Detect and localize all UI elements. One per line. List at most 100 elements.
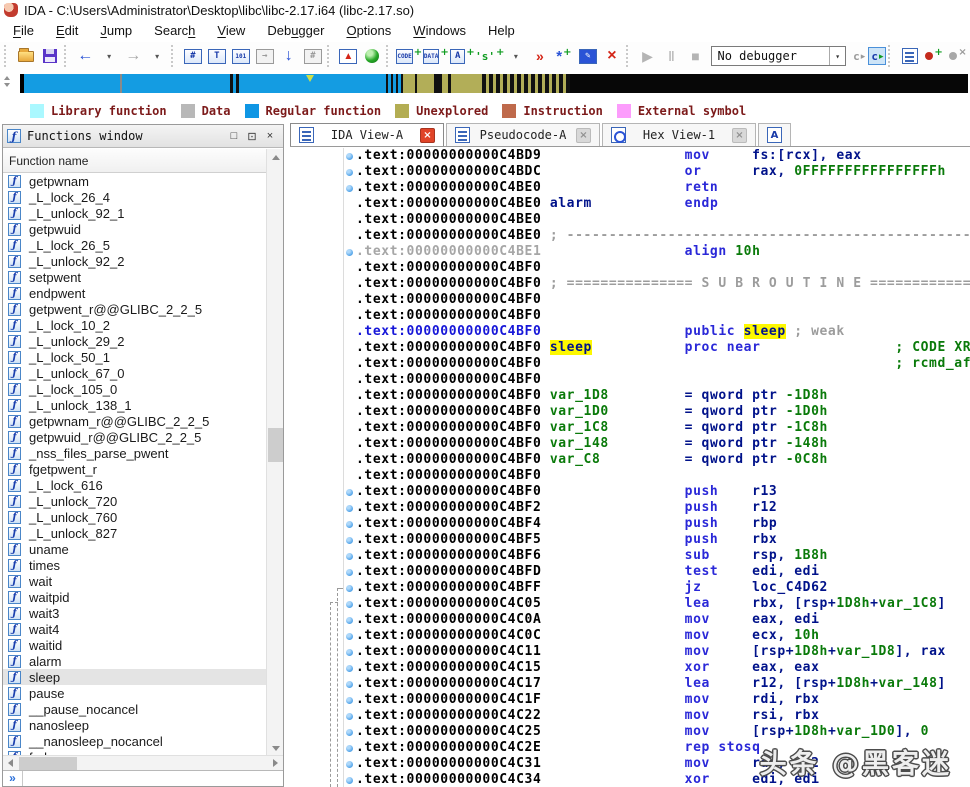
debugger-stop-button[interactable]: ■: [684, 45, 706, 67]
disasm-line[interactable]: .text:00000000000C4BF0 var_1D0 = qword p…: [344, 404, 970, 420]
scroll-left-button[interactable]: [3, 756, 18, 770]
disasm-line[interactable]: .text:00000000000C4BF0 sleep proc near ;…: [344, 340, 970, 356]
function-row[interactable]: ƒ__pause_nocancel: [3, 701, 267, 717]
function-row[interactable]: ƒ_L_unlock_92_2: [3, 253, 267, 269]
function-row[interactable]: ƒendpwent: [3, 285, 267, 301]
disasm-line[interactable]: .text:00000000000C4C1F mov rdi, rbx: [344, 692, 970, 708]
disasm-line[interactable]: .text:00000000000C4C15 xor eax, eax: [344, 660, 970, 676]
disasm-line[interactable]: .text:00000000000C4C17 lea r12, [rsp+1D8…: [344, 676, 970, 692]
function-row[interactable]: ƒalarm: [3, 653, 267, 669]
navband-scroll-buttons[interactable]: [4, 76, 16, 92]
toolbar-grip[interactable]: [4, 45, 10, 67]
debugger-select[interactable]: No debugger ▾: [711, 46, 846, 66]
make-code-button[interactable]: CODE+: [397, 45, 422, 67]
disasm-line[interactable]: .text:00000000000C4BFF jz loc_C4D62: [344, 580, 970, 596]
disasm-line[interactable]: .text:00000000000C4BF0 ; rcmd_af+35: [344, 356, 970, 372]
toolbar-grip[interactable]: [171, 45, 177, 67]
disasm-line[interactable]: .text:00000000000C4BF0 push r13: [344, 484, 970, 500]
disasm-line[interactable]: .text:00000000000C4BE0 alarm endp: [344, 196, 970, 212]
toolbar-overflow-button[interactable]: »: [529, 45, 551, 67]
debugger-windows-button[interactable]: [899, 45, 921, 67]
disasm-line[interactable]: .text:00000000000C4BF0 var_1C8 = qword p…: [344, 420, 970, 436]
tab-close-button[interactable]: ×: [576, 128, 591, 143]
make-array-button[interactable]: A+: [450, 45, 475, 67]
functions-horizontal-scrollbar[interactable]: [3, 755, 283, 770]
analysis-indicator[interactable]: [361, 45, 383, 67]
tab-extra[interactable]: A: [758, 123, 791, 146]
function-row[interactable]: ƒpause: [3, 685, 267, 701]
disasm-line[interactable]: .text:00000000000C4C0A mov eax, edi: [344, 612, 970, 628]
disasm-line[interactable]: .text:00000000000C4BF0: [344, 468, 970, 484]
debugger-pause-button[interactable]: Ⅱ: [660, 45, 682, 67]
horizontal-scroll-thumb[interactable]: [19, 757, 77, 770]
menu-debugger[interactable]: Debugger: [256, 20, 335, 42]
attach-process-button[interactable]: c▸: [850, 47, 868, 65]
debugger-select-dropdown[interactable]: ▾: [829, 47, 845, 65]
make-string-button[interactable]: 's'+: [477, 45, 503, 67]
toolbar-grip[interactable]: [386, 45, 392, 67]
vertical-scroll-thumb[interactable]: [268, 428, 283, 462]
disasm-line[interactable]: .text:00000000000C4C05 lea rbx, [rsp+1D8…: [344, 596, 970, 612]
function-row[interactable]: ƒ_L_lock_26_5: [3, 237, 267, 253]
menu-help[interactable]: Help: [477, 20, 526, 42]
menu-view[interactable]: View: [206, 20, 256, 42]
function-row[interactable]: ƒ_L_unlock_760: [3, 509, 267, 525]
add-breakpoint-button[interactable]: +: [923, 45, 945, 67]
toolbar-grip[interactable]: [626, 45, 632, 67]
functions-window-titlebar[interactable]: ƒ Functions window □ ⊡ ×: [3, 125, 283, 148]
function-row[interactable]: ƒ_L_unlock_138_1: [3, 397, 267, 413]
disasm-line[interactable]: .text:00000000000C4C11 mov [rsp+1D8h+var…: [344, 644, 970, 660]
function-row[interactable]: ƒ_L_unlock_92_1: [3, 205, 267, 221]
open-file-button[interactable]: [15, 45, 37, 67]
disasm-line[interactable]: .text:00000000000C4BF4 push rbp: [344, 516, 970, 532]
edit-function-button[interactable]: ✎: [577, 45, 599, 67]
menu-windows[interactable]: Windows: [402, 20, 477, 42]
disasm-line[interactable]: .text:00000000000C4BF0 ; ===============…: [344, 276, 970, 292]
disasm-line[interactable]: .text:00000000000C4C22 mov rsi, rbx: [344, 708, 970, 724]
save-file-button[interactable]: [39, 45, 61, 67]
maximize-button[interactable]: □: [225, 130, 243, 142]
delete-breakpoint-button[interactable]: ×: [947, 45, 969, 67]
disasm-line[interactable]: .text:00000000000C4BE0 retn: [344, 180, 970, 196]
function-filter-input[interactable]: [23, 771, 283, 786]
disasm-line[interactable]: .text:00000000000C4BF0 var_C8 = qword pt…: [344, 452, 970, 468]
disasm-line[interactable]: .text:00000000000C4BF0: [344, 292, 970, 308]
search-immediate-button[interactable]: #: [182, 45, 204, 67]
function-row[interactable]: ƒgetpwuid: [3, 221, 267, 237]
restore-button[interactable]: ⊡: [243, 130, 261, 143]
disasm-line[interactable]: .text:00000000000C4BF6 sub rsp, 1B8h: [344, 548, 970, 564]
function-row[interactable]: ƒwait: [3, 573, 267, 589]
tab-hex-view-1[interactable]: Hex View-1×: [602, 123, 756, 146]
disasm-line[interactable]: .text:00000000000C4BF5 push rbx: [344, 532, 970, 548]
delete-function-button[interactable]: ×: [601, 45, 623, 67]
function-row[interactable]: ƒuname: [3, 541, 267, 557]
function-row[interactable]: ƒ_L_unlock_720: [3, 493, 267, 509]
function-row[interactable]: ƒgetpwnam_r@@GLIBC_2_2_5: [3, 413, 267, 429]
make-unknown-button[interactable]: *+: [553, 45, 575, 67]
disasm-line[interactable]: .text:00000000000C4BF0 public sleep ; we…: [344, 324, 970, 340]
menu-edit[interactable]: Edit: [45, 20, 89, 42]
search-next-button[interactable]: →: [254, 45, 276, 67]
tab-close-button[interactable]: ×: [732, 128, 747, 143]
column-header-function-name[interactable]: Function name: [3, 149, 267, 173]
disasm-line[interactable]: .text:00000000000C4BFD test edi, edi: [344, 564, 970, 580]
function-row[interactable]: ƒwaitpid: [3, 589, 267, 605]
function-row[interactable]: ƒsetpwent: [3, 269, 267, 285]
tab-ida-view-a[interactable]: IDA View-A×: [290, 123, 444, 146]
function-row[interactable]: ƒ_L_unlock_67_0: [3, 365, 267, 381]
function-row[interactable]: ƒsleep: [3, 669, 267, 685]
function-row[interactable]: ƒ_L_lock_26_4: [3, 189, 267, 205]
disasm-line[interactable]: .text:00000000000C4BDC or rax, 0FFFFFFFF…: [344, 164, 970, 180]
search-binary-button[interactable]: 101: [230, 45, 252, 67]
function-row[interactable]: ƒ_nss_files_parse_pwent: [3, 445, 267, 461]
search-text-button[interactable]: T: [206, 45, 228, 67]
close-button[interactable]: ×: [261, 130, 279, 142]
search-again-button[interactable]: #: [302, 45, 324, 67]
debugger-start-button[interactable]: ▶: [636, 45, 658, 67]
scroll-up-button[interactable]: [267, 149, 284, 165]
function-row[interactable]: ƒwait4: [3, 621, 267, 637]
make-data-button[interactable]: DATA+: [424, 45, 449, 67]
function-row[interactable]: ƒnanosleep: [3, 717, 267, 733]
scroll-right-button[interactable]: [268, 756, 283, 770]
function-row[interactable]: ƒwaitid: [3, 637, 267, 653]
